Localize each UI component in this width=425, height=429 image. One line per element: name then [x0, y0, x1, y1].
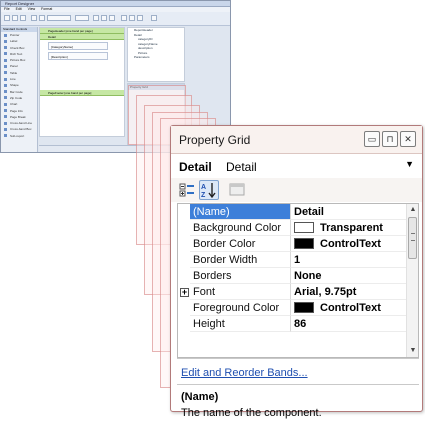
pin-icon[interactable]: ⊓: [382, 131, 398, 147]
color-swatch: [294, 238, 314, 249]
property-row-name[interactable]: (Name) Detail: [178, 204, 407, 220]
menu-view[interactable]: View: [28, 7, 36, 11]
italic-icon[interactable]: [101, 15, 107, 21]
object-name: Detail: [226, 160, 257, 174]
underline-icon[interactable]: [109, 15, 115, 21]
property-row-borders[interactable]: Borders None: [178, 268, 407, 284]
property-name: (Name): [190, 204, 291, 220]
zoom-icon[interactable]: [151, 15, 157, 21]
property-value[interactable]: Detail: [291, 204, 407, 220]
commands-pane: Edit and Reorder Bands...: [177, 358, 419, 379]
property-value: Transparent: [320, 222, 383, 234]
svg-text:A: A: [201, 184, 206, 191]
report-field[interactable]: [Description]: [48, 52, 108, 60]
copy-icon[interactable]: [39, 15, 45, 21]
new-icon[interactable]: [4, 15, 10, 21]
toolbox-panel: Standard Controls Pointer Label Check Bo…: [1, 27, 38, 152]
property-name: Height: [190, 316, 291, 332]
property-row-border-width[interactable]: Border Width 1: [178, 252, 407, 268]
property-name: Foreground Color: [190, 300, 291, 316]
restore-icon[interactable]: ▭: [364, 131, 380, 147]
property-grid-titlebar[interactable]: Property Grid ▭ ⊓ ✕: [171, 126, 422, 154]
font-combo[interactable]: [47, 15, 71, 21]
scroll-up-icon[interactable]: ▲: [407, 204, 418, 216]
property-value[interactable]: None: [291, 268, 407, 284]
description-text: The name of the component.: [181, 407, 322, 419]
expand-icon[interactable]: +: [180, 288, 189, 297]
report-canvas[interactable]: PageHeader [one band per page] Detail [C…: [39, 27, 125, 137]
property-grid-window: Property Grid ▭ ⊓ ✕ Detail Detail ▼ A Z: [170, 125, 423, 419]
color-swatch: [294, 302, 314, 313]
band-page-footer[interactable]: PageFooter [one band per page]: [40, 90, 124, 96]
categorized-icon[interactable]: [177, 180, 197, 200]
description-pane: (Name) The name of the component.: [177, 384, 419, 429]
property-name: Background Color: [190, 220, 291, 236]
property-list-scrollbar[interactable]: ▲ ▼: [406, 204, 418, 357]
open-icon[interactable]: [12, 15, 18, 21]
property-name: Font: [190, 284, 291, 300]
report-explorer: ReportHeader Detail categoryID categoryN…: [127, 27, 185, 82]
property-value[interactable]: 86: [291, 316, 407, 332]
svg-text:Z: Z: [201, 192, 206, 199]
object-selector[interactable]: Detail Detail ▼: [171, 154, 422, 178]
property-row-background-color[interactable]: Background Color Transparent: [178, 220, 407, 236]
property-name: Border Width: [190, 252, 291, 268]
report-field[interactable]: [CategoryName]: [48, 42, 108, 50]
scroll-down-icon[interactable]: ▼: [407, 345, 418, 357]
scrollbar-thumb[interactable]: [408, 217, 417, 259]
object-type: Detail: [179, 160, 212, 174]
designer-toolbar: [1, 12, 230, 26]
align-left-icon[interactable]: [121, 15, 127, 21]
property-name: Borders: [190, 268, 291, 284]
property-value[interactable]: 1: [291, 252, 407, 268]
menu-format[interactable]: Format: [41, 7, 52, 11]
property-value[interactable]: Arial, 9.75pt: [291, 284, 407, 300]
property-grid-toolbar: A Z: [171, 178, 422, 202]
save-icon[interactable]: [20, 15, 26, 21]
menu-file[interactable]: File: [4, 7, 10, 11]
menu-edit[interactable]: Edit: [16, 7, 22, 11]
align-right-icon[interactable]: [137, 15, 143, 21]
edit-reorder-bands-link[interactable]: Edit and Reorder Bands...: [181, 367, 308, 379]
band-detail[interactable]: Detail: [40, 34, 124, 40]
explorer-item[interactable]: Parameters: [128, 55, 184, 60]
bold-icon[interactable]: [93, 15, 99, 21]
property-row-foreground-color[interactable]: Foreground Color ControlText: [178, 300, 407, 316]
align-center-icon[interactable]: [129, 15, 135, 21]
property-pages-icon: [227, 180, 247, 200]
alphabetical-icon[interactable]: A Z: [199, 180, 219, 200]
window-title: Property Grid: [179, 133, 251, 147]
property-value: ControlText: [320, 302, 381, 314]
property-row-border-color[interactable]: Border Color ControlText: [178, 236, 407, 252]
size-combo[interactable]: [75, 15, 89, 21]
chevron-down-icon[interactable]: ▼: [405, 159, 414, 169]
cut-icon[interactable]: [31, 15, 37, 21]
property-value: ControlText: [320, 238, 381, 250]
toolbox-item[interactable]: Sub-report: [1, 133, 37, 139]
property-name: Border Color: [190, 236, 291, 252]
description-title: (Name): [181, 391, 219, 403]
property-list: (Name) Detail Background Color Transpare…: [177, 203, 419, 358]
close-icon[interactable]: ✕: [400, 131, 416, 147]
property-row-height[interactable]: Height 86: [178, 316, 407, 332]
color-swatch: [294, 222, 314, 233]
property-row-font[interactable]: + Font Arial, 9.75pt: [178, 284, 407, 300]
